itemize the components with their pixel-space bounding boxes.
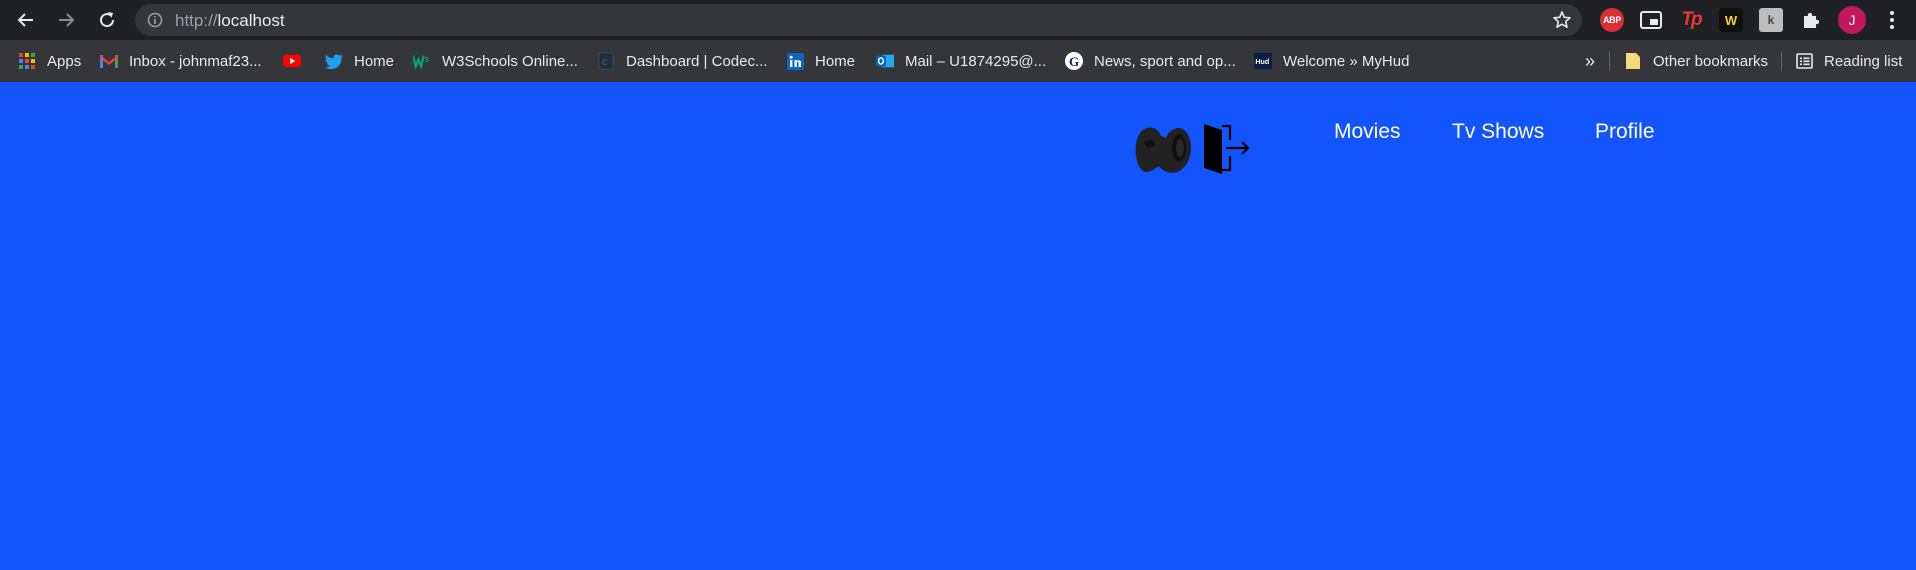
bookmark-label: Apps	[47, 52, 82, 70]
bookmark-gmail[interactable]: Inbox - johnmaf23...	[100, 50, 262, 72]
bookmark-apps[interactable]: Apps	[18, 50, 81, 72]
apps-grid-icon	[18, 52, 36, 70]
url-host: localhost	[217, 11, 285, 30]
w-extension-icon[interactable]: W	[1719, 8, 1743, 32]
bookmark-label: Mail – U1874295@...	[905, 52, 1047, 70]
bookmark-twitter-home[interactable]: Home	[325, 50, 394, 72]
bookmark-label: Inbox - johnmaf23...	[129, 52, 262, 70]
puzzle-piece-icon[interactable]	[1799, 8, 1823, 32]
bookmark-guardian-news[interactable]: G News, sport and op...	[1065, 50, 1236, 72]
bookmark-linkedin-home[interactable]: Home	[786, 50, 855, 72]
url-text: http://localhost	[175, 11, 285, 31]
profile-avatar[interactable]: J	[1838, 6, 1866, 34]
guardian-icon: G	[1065, 52, 1083, 70]
reload-button[interactable]	[93, 6, 121, 34]
youtube-icon	[283, 52, 301, 70]
logout-door-icon[interactable]	[1202, 120, 1252, 176]
svg-text:Hud: Hud	[1255, 57, 1269, 66]
other-bookmarks-folder[interactable]: Other bookmarks	[1624, 50, 1768, 72]
reading-list-button[interactable]: Reading list	[1795, 50, 1902, 72]
linkedin-icon	[786, 52, 804, 70]
bookmark-label: Home	[815, 52, 856, 70]
arrow-right-icon	[59, 13, 75, 27]
menu-button[interactable]	[1878, 6, 1906, 34]
nav-movies-link[interactable]: Movies	[1334, 120, 1401, 144]
bookmark-label: Home	[354, 52, 395, 70]
back-button[interactable]	[12, 6, 40, 34]
adblock-plus-icon[interactable]: ABP	[1600, 8, 1624, 32]
page-body: Movies Tv Shows Profile	[0, 82, 1916, 570]
reading-list-icon	[1795, 52, 1813, 70]
bookmark-w3schools[interactable]: 3 W3Schools Online...	[413, 50, 578, 72]
bookmark-label: Other bookmarks	[1653, 52, 1769, 70]
bookmark-label: Dashboard | Codec...	[626, 52, 768, 70]
bookmark-myhud[interactable]: Hud Welcome » MyHud	[1254, 50, 1409, 72]
bookmark-codecademy[interactable]: c Dashboard | Codec...	[597, 50, 767, 72]
codecademy-icon: c	[597, 52, 615, 70]
bookmark-youtube[interactable]	[283, 50, 312, 72]
browser-toolbar: http://localhost ABP Tp W k J	[0, 0, 1916, 40]
twitter-icon	[325, 52, 343, 70]
bookmark-outlook-mail[interactable]: Mail – U1874295@...	[876, 50, 1046, 72]
bookmark-label: W3Schools Online...	[442, 52, 578, 70]
svg-text:3: 3	[425, 55, 429, 64]
folder-icon	[1624, 52, 1642, 70]
bookmark-label: Welcome » MyHud	[1283, 52, 1410, 70]
nav-tv-shows-link[interactable]: Tv Shows	[1452, 120, 1544, 144]
bookmark-label: Reading list	[1824, 52, 1903, 70]
k-extension-icon[interactable]: k	[1759, 8, 1783, 32]
url-scheme: http://	[175, 11, 218, 30]
nav-profile-link[interactable]: Profile	[1595, 120, 1655, 144]
svg-text:G: G	[1069, 54, 1079, 69]
bookmarks-divider	[1609, 51, 1610, 71]
w3schools-icon: 3	[413, 52, 431, 70]
bookmarks-overflow-button[interactable]: »	[1585, 50, 1595, 72]
address-bar[interactable]: http://localhost	[135, 4, 1582, 36]
arrow-left-icon	[17, 13, 33, 27]
tp-extension-icon[interactable]: Tp	[1679, 8, 1703, 32]
gmail-icon	[100, 52, 118, 70]
myhud-icon: Hud	[1254, 52, 1272, 70]
star-icon[interactable]	[1552, 10, 1572, 30]
bookmarks-divider	[1781, 51, 1782, 71]
svg-text:c: c	[602, 57, 607, 68]
outlook-icon	[876, 52, 894, 70]
more-vertical-icon	[1890, 11, 1894, 29]
picture-in-picture-icon[interactable]	[1639, 8, 1663, 32]
info-icon[interactable]	[147, 12, 163, 28]
reload-icon	[100, 12, 115, 28]
bookmark-label: News, sport and op...	[1094, 52, 1236, 70]
film-camera-logo-icon[interactable]	[1133, 120, 1195, 182]
forward-button[interactable]	[52, 6, 80, 34]
